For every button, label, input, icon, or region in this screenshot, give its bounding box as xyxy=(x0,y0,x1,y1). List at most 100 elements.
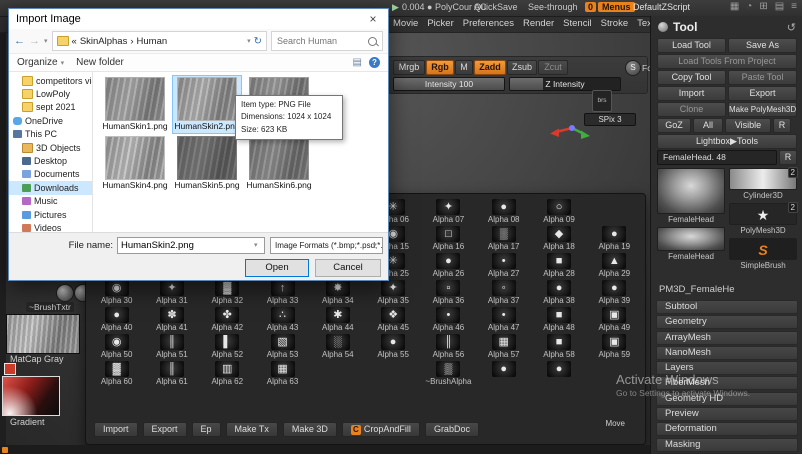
alpha-item[interactable]: ● xyxy=(476,361,531,388)
sidebar-item-sept-2021[interactable]: sept 2021 xyxy=(9,101,92,114)
toolbar-icon[interactable]: ◔ xyxy=(746,1,752,12)
brush-mini-thumbnail[interactable]: brs xyxy=(592,90,612,112)
tool-thumbnail-cell[interactable]: FemaleHead xyxy=(657,168,725,224)
toolbar-icon[interactable]: ▤ xyxy=(775,1,784,12)
alpha-item[interactable]: ● Alpha 40 xyxy=(89,307,144,334)
alpha-item[interactable]: • Alpha 47 xyxy=(476,307,531,334)
rgb-intensity-slider[interactable]: Intensity 100 xyxy=(393,77,505,91)
history-chevron-icon[interactable]: ▾ xyxy=(44,37,48,45)
load-tool-button[interactable]: Load Tool xyxy=(657,38,726,53)
file-item[interactable]: HumanSkin5.png xyxy=(173,135,241,192)
alpha-action-import[interactable]: Import xyxy=(94,422,138,437)
export-tool-button[interactable]: Export xyxy=(728,86,797,101)
stroke-badge[interactable]: S xyxy=(625,60,641,76)
alpha-item[interactable]: ✸ Alpha 34 xyxy=(310,280,365,307)
alpha-item[interactable]: ▣ Alpha 49 xyxy=(587,307,642,334)
copy-tool-button[interactable]: Copy Tool xyxy=(657,70,726,85)
chevron-down-icon[interactable]: ▾ xyxy=(373,241,377,249)
refresh-icon[interactable]: ↻ xyxy=(254,36,262,47)
quicksave-button[interactable]: QuickSave xyxy=(474,2,518,12)
goz-r-button[interactable]: R xyxy=(773,118,791,133)
sidebar-item-pictures[interactable]: Pictures xyxy=(9,208,92,221)
alpha-item[interactable]: ○ Alpha 09 xyxy=(531,199,586,226)
alpha-item[interactable]: ✱ Alpha 44 xyxy=(310,307,365,334)
alpha-item[interactable]: ● Alpha 19 xyxy=(587,226,642,253)
address-bar[interactable]: « SkinAlphas › Human ▾ ↻ xyxy=(51,31,267,51)
alpha-item[interactable]: ▦ Alpha 57 xyxy=(476,334,531,361)
alpha-item[interactable]: ▣ Alpha 59 xyxy=(587,334,642,361)
active-tool-slider[interactable]: FemaleHead. 48 xyxy=(657,150,777,165)
alpha-action-ep[interactable]: Ep xyxy=(191,422,221,437)
alpha-item[interactable]: ● Alpha 39 xyxy=(587,280,642,307)
subpalette-deformation[interactable]: Deformation xyxy=(656,422,798,437)
alpha-item[interactable]: ▌ Alpha 52 xyxy=(200,334,255,361)
chevron-down-icon[interactable]: ▾ xyxy=(254,241,258,249)
tool-thumbnail-cell[interactable]: ★ 2 PolyMesh3D xyxy=(729,202,798,235)
toolbar-icon[interactable]: ▦ xyxy=(730,1,739,12)
sidebar-item-competitors-vie[interactable]: competitors vie xyxy=(9,74,92,87)
alpha-item[interactable]: ● Alpha 26 xyxy=(421,253,476,280)
breadcrumb-skinalphas[interactable]: SkinAlphas xyxy=(80,36,128,47)
make-polymesh3d-button[interactable]: Make PolyMesh3D xyxy=(728,102,797,117)
toolbar-icon[interactable]: ⊞ xyxy=(759,1,767,12)
breadcrumb-human[interactable]: Human xyxy=(137,36,168,47)
file-name-input[interactable] xyxy=(117,237,265,254)
alpha-item[interactable]: ▓ Alpha 32 xyxy=(200,280,255,307)
sidebar-item-this-pc[interactable]: This PC xyxy=(9,128,92,141)
goz-button[interactable]: GoZ xyxy=(657,118,691,133)
menu-render[interactable]: Render xyxy=(523,18,554,29)
alpha-item[interactable]: ║ Alpha 56 xyxy=(421,334,476,361)
alpha-item[interactable]: ✦ Alpha 35 xyxy=(365,280,420,307)
alpha-item[interactable]: ● Alpha 08 xyxy=(476,199,531,226)
alpha-item[interactable]: ▦ Alpha 63 xyxy=(255,361,310,388)
alpha-item[interactable]: • Alpha 27 xyxy=(476,253,531,280)
sidebar-item-3d-objects[interactable]: 3D Objects xyxy=(9,141,92,154)
zcut-button[interactable]: Zcut xyxy=(538,60,568,75)
alpha-item[interactable]: ■ Alpha 28 xyxy=(531,253,586,280)
alpha-item[interactable]: ↑ Alpha 33 xyxy=(255,280,310,307)
alpha-item[interactable]: ● Alpha 38 xyxy=(531,280,586,307)
tool-thumbnail-cell[interactable]: FemaleHead xyxy=(657,227,725,261)
subpalette-nanomesh[interactable]: NanoMesh xyxy=(656,345,798,360)
menu-preferences[interactable]: Preferences xyxy=(463,18,514,29)
seethrough-value[interactable]: 0 xyxy=(585,2,597,12)
file-item[interactable]: HumanSkin1.png xyxy=(101,76,169,133)
alpha-item[interactable]: ▫ Alpha 36 xyxy=(421,280,476,307)
alpha-item[interactable]: ▲ Alpha 29 xyxy=(587,253,642,280)
sidebar-item-music[interactable]: Music xyxy=(9,195,92,208)
menu-movie[interactable]: Movie xyxy=(393,18,418,29)
subpalette-geometry[interactable]: Geometry xyxy=(656,315,798,330)
alpha-item[interactable]: ◉ Alpha 30 xyxy=(89,280,144,307)
current-color-swatch[interactable] xyxy=(4,363,16,375)
alpha-action-make-3d[interactable]: Make 3D xyxy=(282,422,337,437)
load-tools-from-project-button[interactable]: Load Tools From Project xyxy=(657,54,797,69)
subpalette-masking[interactable]: Masking xyxy=(656,437,798,452)
z-intensity-slider[interactable]: Z Intensity xyxy=(509,77,621,91)
cancel-button[interactable]: Cancel xyxy=(315,259,381,277)
alpha-item[interactable]: ● Alpha 55 xyxy=(365,334,420,361)
zsub-button[interactable]: Zsub xyxy=(507,60,537,75)
alpha-action-grabdoc[interactable]: GrabDoc xyxy=(424,422,479,437)
stroke-thumbnail[interactable] xyxy=(56,284,74,302)
menu-picker[interactable]: Picker xyxy=(427,18,453,29)
search-input[interactable] xyxy=(275,35,368,47)
dialog-title-bar[interactable]: Import Image × xyxy=(9,9,388,29)
search-icon[interactable] xyxy=(368,36,377,46)
transform-gizmo[interactable] xyxy=(548,116,594,144)
new-folder-button[interactable]: New folder xyxy=(76,57,124,68)
alpha-item[interactable]: ■ Alpha 58 xyxy=(531,334,586,361)
view-options-icon[interactable]: ▤ xyxy=(353,57,362,68)
file-item[interactable]: HumanSkin4.png xyxy=(101,135,169,192)
alpha-item[interactable]: ║ Alpha 51 xyxy=(144,334,199,361)
rgb-button[interactable]: Rgb xyxy=(426,60,454,75)
alpha-action-make-tx[interactable]: Make Tx xyxy=(225,422,278,437)
toolbar-icon[interactable]: ≡ xyxy=(791,1,797,12)
alpha-item[interactable]: ◉ Alpha 50 xyxy=(89,334,144,361)
clone-button[interactable]: Clone xyxy=(657,102,726,117)
file-item[interactable]: HumanSkin6.png xyxy=(245,135,313,192)
subpalette-arraymesh[interactable]: ArrayMesh xyxy=(656,330,798,345)
menus-button[interactable]: Menus xyxy=(598,2,635,12)
alpha-action-export[interactable]: Export xyxy=(142,422,187,437)
alpha-item[interactable]: ║ Alpha 61 xyxy=(144,361,199,388)
sidebar-item-onedrive[interactable]: OneDrive xyxy=(9,114,92,127)
